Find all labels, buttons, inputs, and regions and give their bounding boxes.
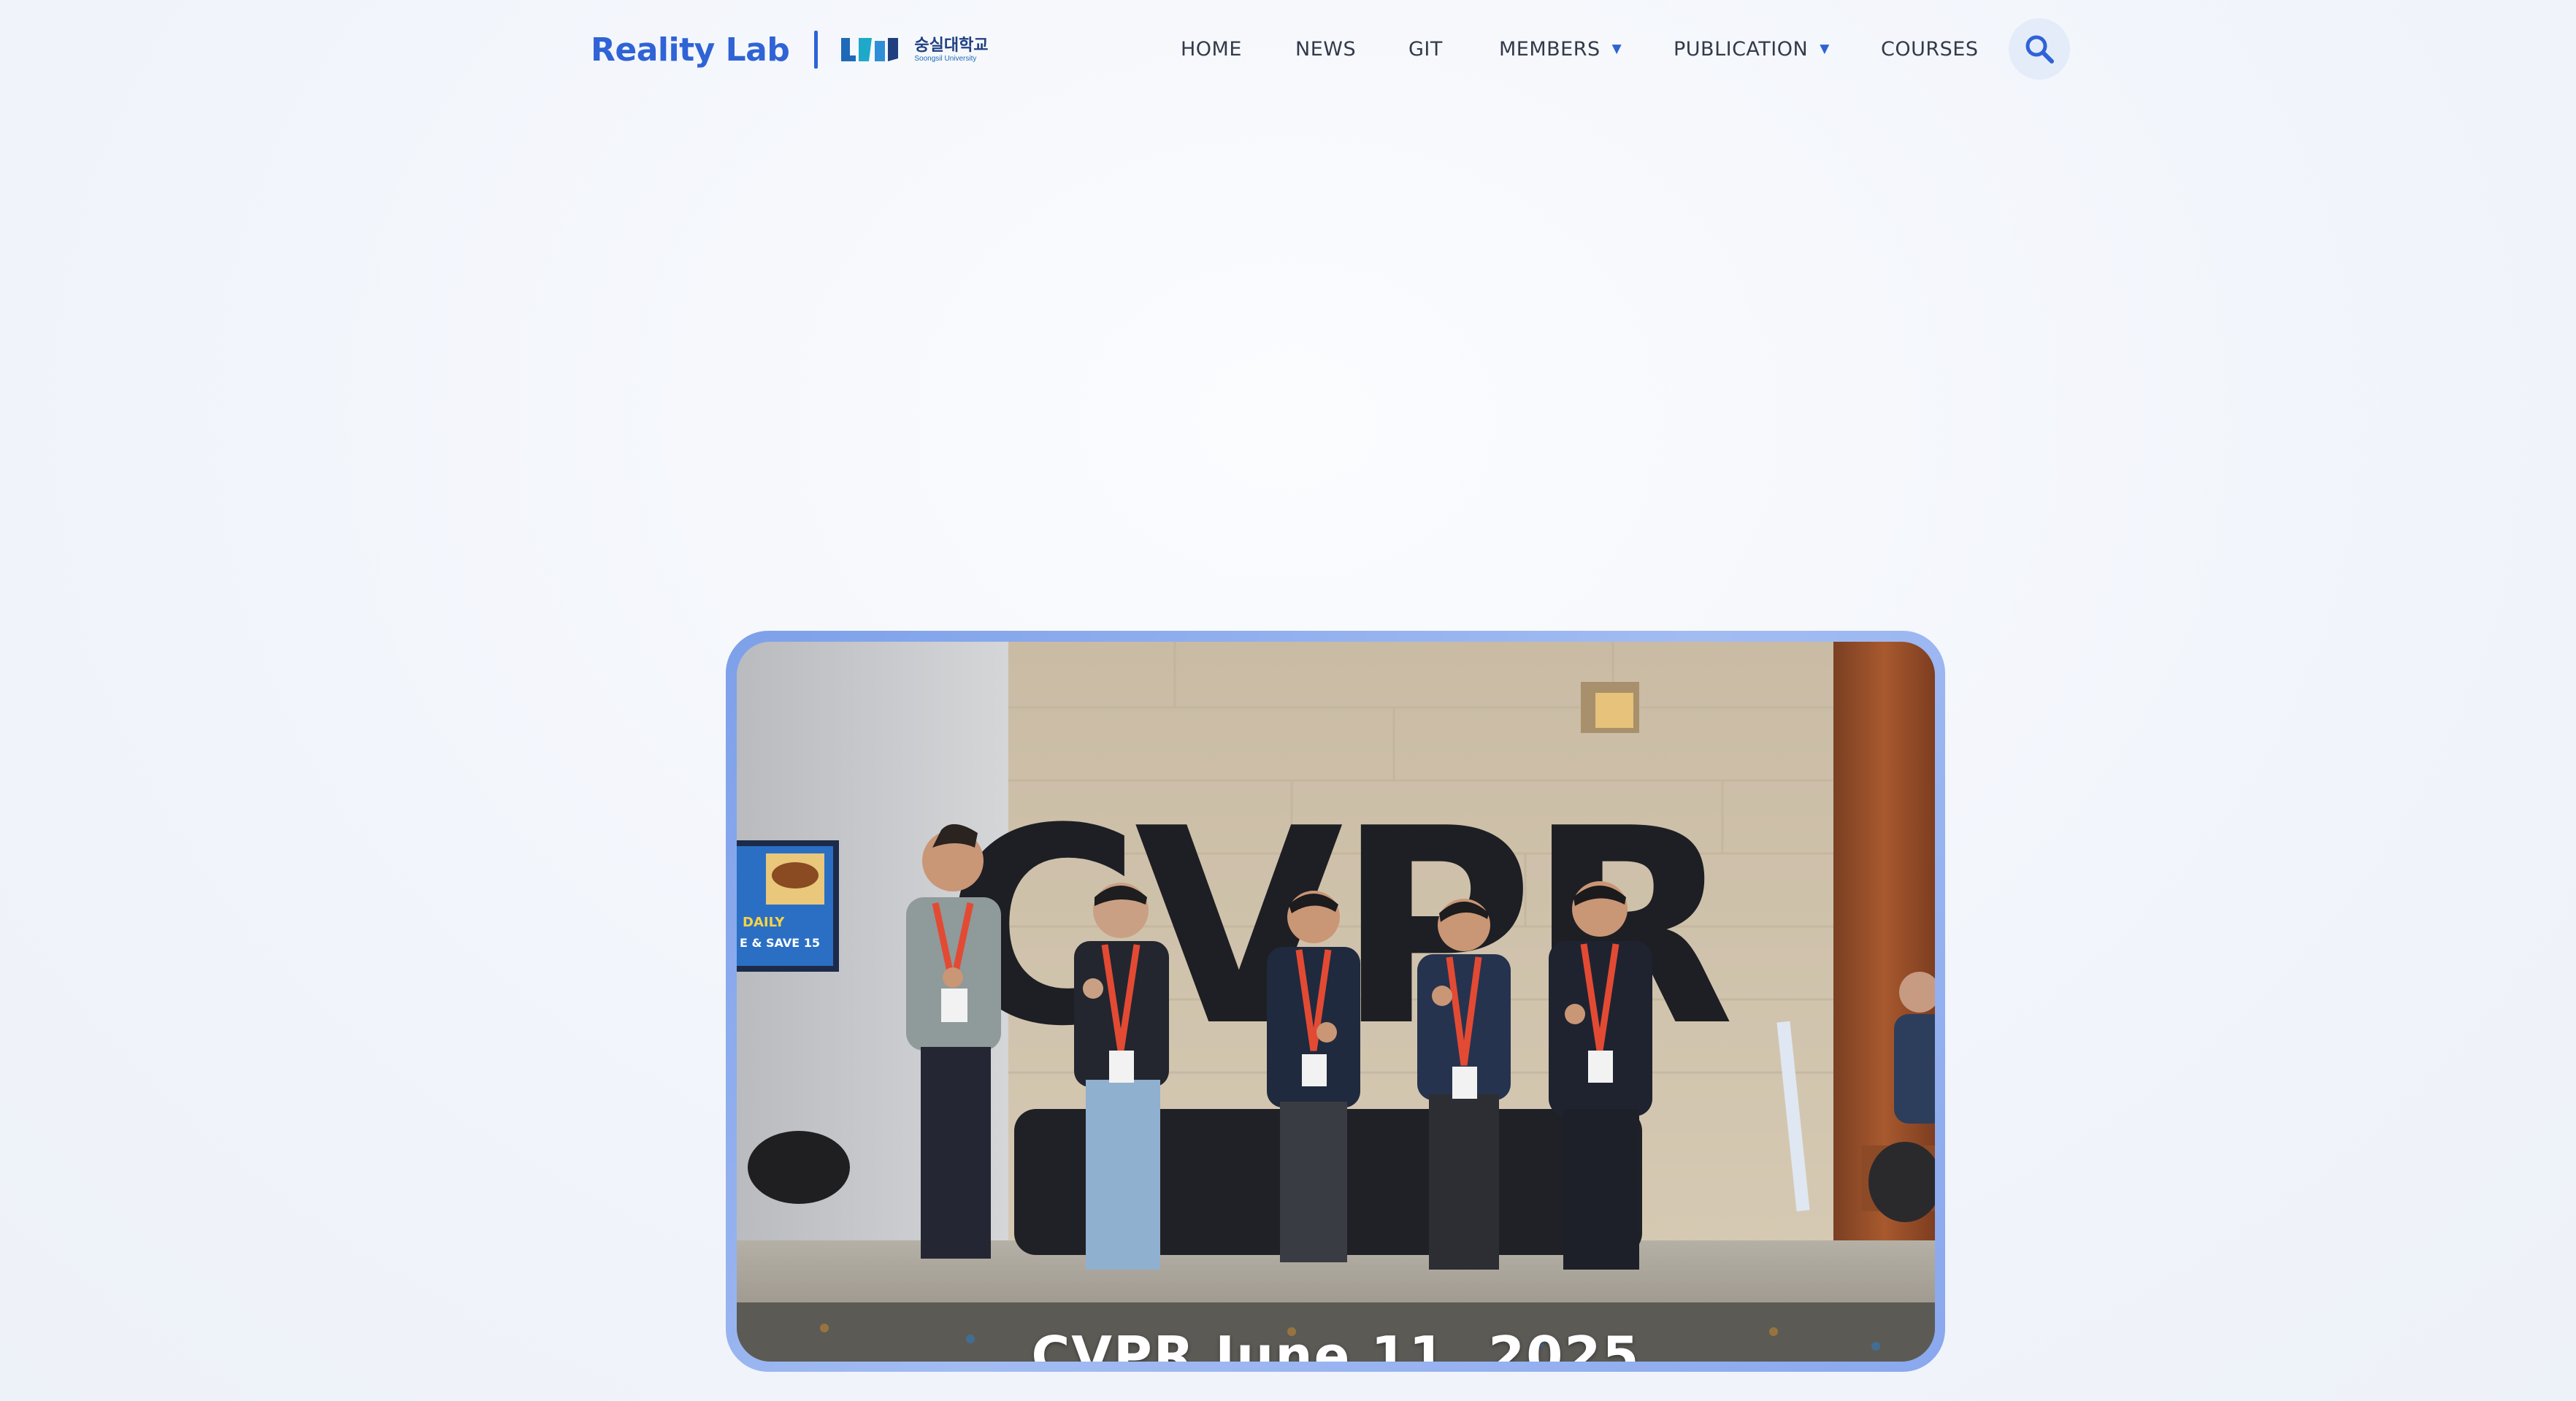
nav-news[interactable]: NEWS	[1295, 34, 1356, 64]
poster-text-1: DAILY	[743, 915, 785, 930]
hero-photo-frame: DAILY E & SAVE 15 CVPR June 11, 2025	[726, 631, 1945, 1372]
nav-courses[interactable]: COURSES	[1881, 34, 1978, 64]
nav-home-label: HOME	[1181, 37, 1242, 61]
nav-git[interactable]: GIT	[1408, 34, 1443, 64]
poster-text-2: E & SAVE 15	[740, 936, 820, 950]
nav-members[interactable]: MEMBERS ▼	[1499, 34, 1622, 64]
nav-publication[interactable]: PUBLICATION ▼	[1674, 34, 1830, 64]
nav-publication-label: PUBLICATION	[1674, 37, 1809, 61]
nav-git-label: GIT	[1408, 37, 1443, 61]
nav-courses-label: COURSES	[1881, 37, 1979, 61]
nav-news-label: NEWS	[1295, 37, 1357, 61]
search-icon	[2025, 35, 2054, 64]
caret-down-icon: ▼	[1611, 42, 1622, 56]
search-button[interactable]	[2009, 18, 2070, 80]
site-header: Reality Lab 숭실대학교 Soongsil University HO…	[0, 0, 2576, 99]
caret-down-icon: ▼	[1820, 42, 1830, 56]
backpack	[748, 1131, 850, 1204]
group-photo: DAILY E & SAVE 15 CVPR June 11, 2025	[737, 642, 1935, 1362]
main-nav: HOME NEWS GIT MEMBERS ▼ PUBLICATION ▼ CO…	[0, 34, 2576, 64]
person-4	[1417, 899, 1511, 1270]
nav-home[interactable]: HOME	[1181, 34, 1242, 64]
nav-members-label: MEMBERS	[1499, 37, 1601, 61]
photo-caption: CVPR June 11, 2025	[1031, 1325, 1641, 1362]
conference-group-photo: DAILY E & SAVE 15 CVPR	[737, 642, 1935, 1362]
